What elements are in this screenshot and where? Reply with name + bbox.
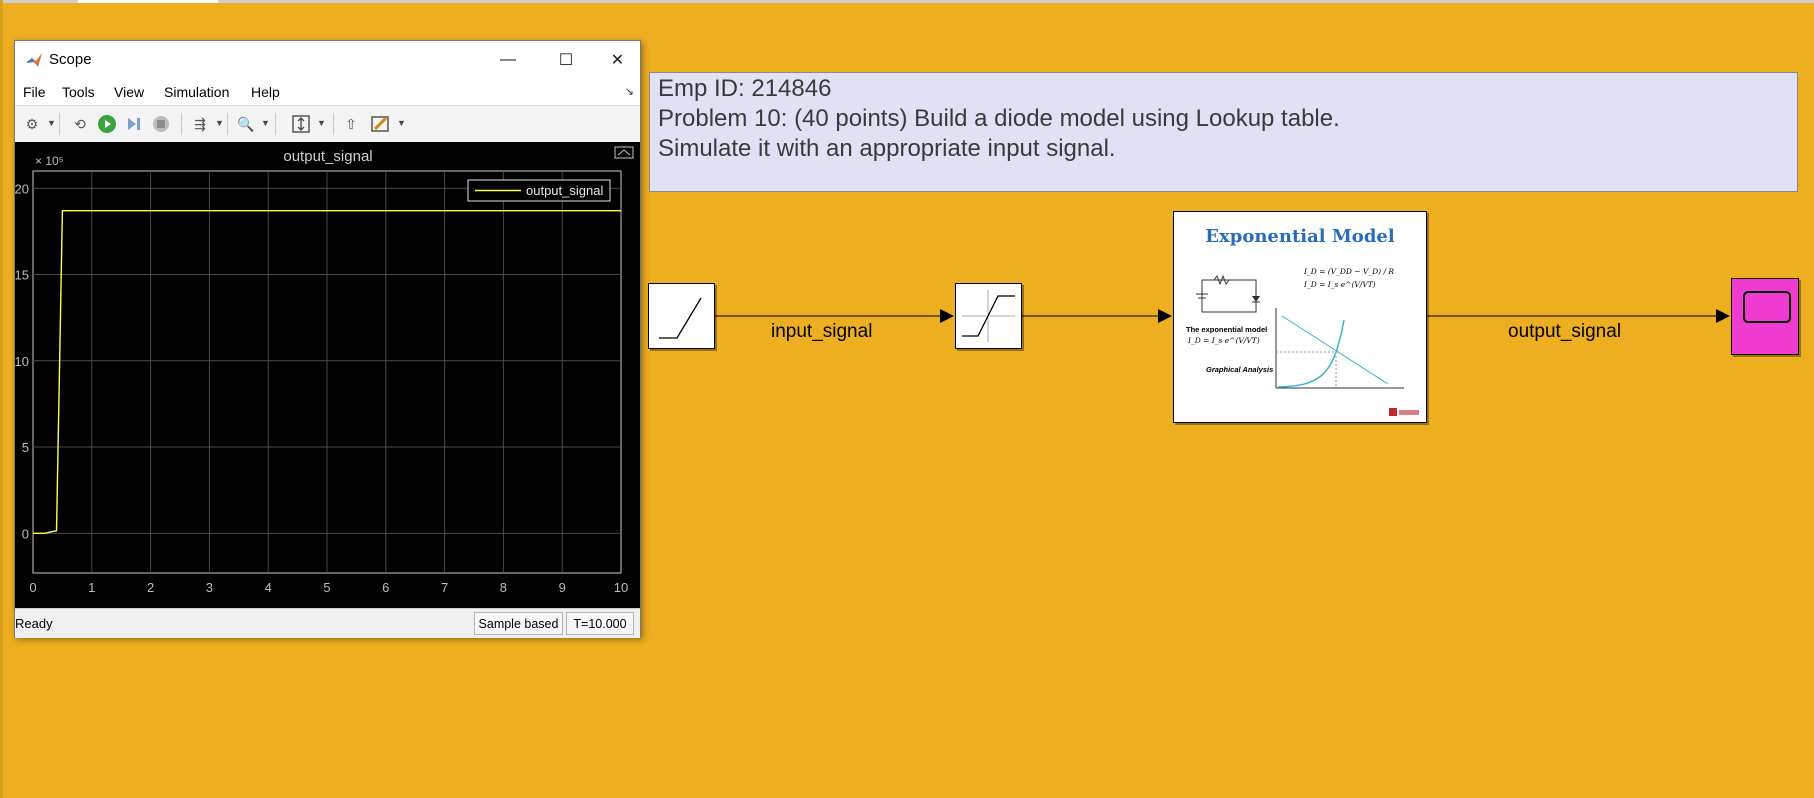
scope-screen-icon [1743,291,1791,323]
arrowhead [1158,309,1172,323]
diode-diagram: The exponential model I_D = I_s e^(V/VT)… [1186,267,1419,416]
saturation-block[interactable] [955,283,1022,349]
lut-eq-2: I_D = I_s e^(V/VT) [1303,280,1376,289]
arrowhead [1716,309,1730,323]
university-logo-icon [1389,408,1397,416]
input-signal-label[interactable]: input_signal [771,321,872,343]
ramp-icon [659,297,702,339]
scope-block[interactable] [1731,278,1799,355]
saturation-icon [962,290,1015,342]
lookup-table-block[interactable]: Exponential Model The exponential model … [1173,211,1427,423]
lut-text-2: I_D = I_s e^(V/VT) [1187,336,1260,345]
arrowhead [940,309,954,323]
lut-text-1: The exponential model [1186,325,1267,334]
lut-eq-1: I_D = (V_DD − V_D) / R [1303,267,1394,276]
signal-wires [715,309,1730,323]
lut-text-3: Graphical Analysis [1206,365,1273,374]
output-signal-label[interactable]: output_signal [1508,321,1621,343]
ramp-block[interactable] [648,283,715,349]
